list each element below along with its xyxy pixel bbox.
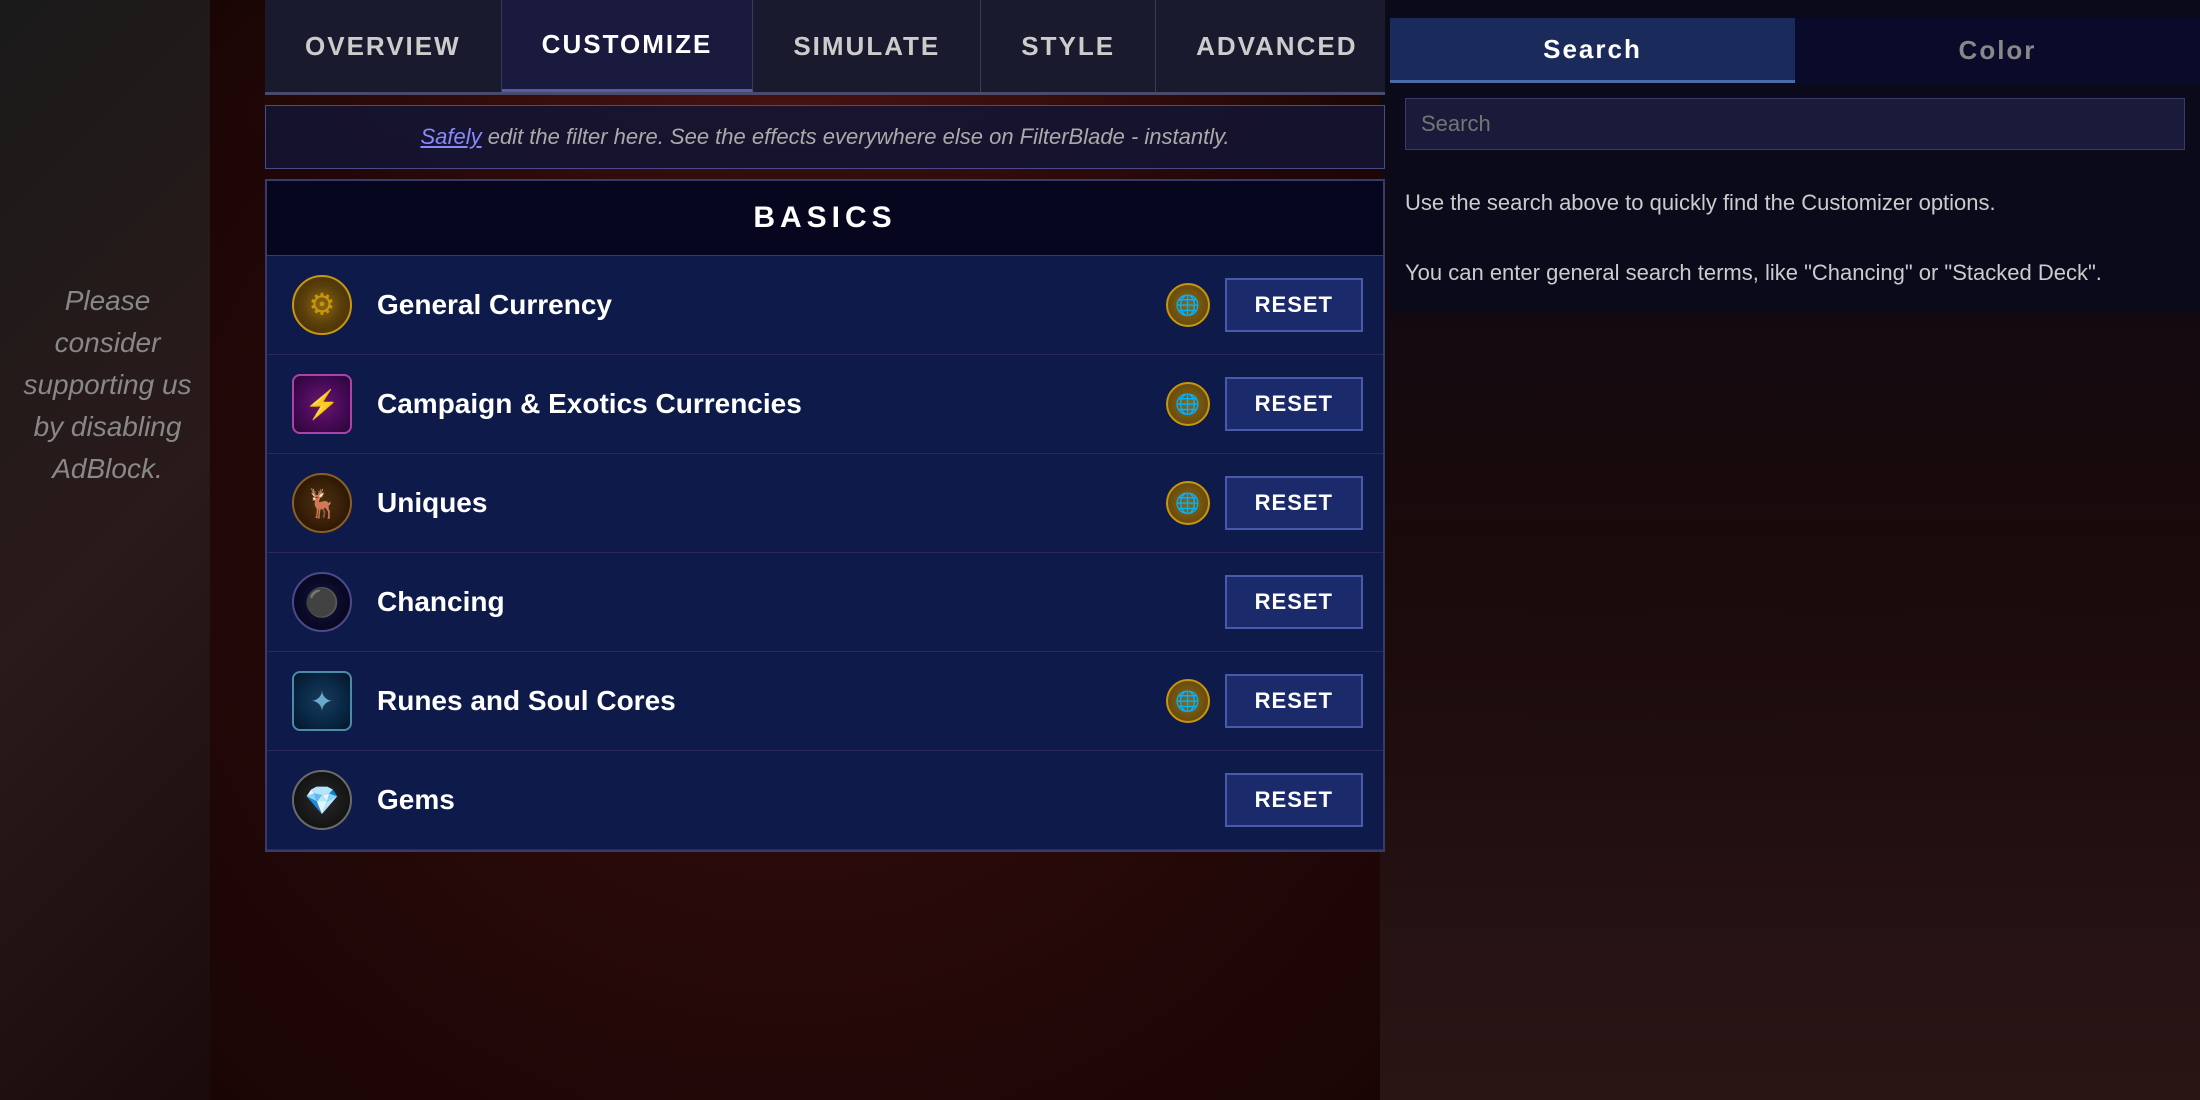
globe-icon-uniques[interactable]: 🌐 bbox=[1166, 481, 1210, 525]
reset-button-general-currency[interactable]: RESET bbox=[1225, 278, 1363, 332]
actions-campaign-exotics: 🌐 RESET bbox=[1166, 377, 1363, 431]
icon-uniques: 🦌 bbox=[287, 468, 357, 538]
label-gems: Gems bbox=[377, 784, 1225, 816]
list-item-runes[interactable]: ✦ Runes and Soul Cores 🌐 RESET bbox=[267, 652, 1383, 751]
reset-button-campaign-exotics[interactable]: RESET bbox=[1225, 377, 1363, 431]
right-panel: Search Color Use the search above to qui… bbox=[1390, 0, 2200, 1100]
right-panel-tabs: Search Color bbox=[1390, 18, 2200, 83]
search-input[interactable] bbox=[1405, 98, 2185, 150]
actions-runes: 🌐 RESET bbox=[1166, 674, 1363, 728]
icon-runes: ✦ bbox=[287, 666, 357, 736]
list-item-chancing[interactable]: ⚫ Chancing RESET bbox=[267, 553, 1383, 652]
currency-icon-shape bbox=[292, 275, 352, 335]
tab-overview[interactable]: OVERVIEW bbox=[265, 0, 502, 92]
search-help-line1: Use the search above to quickly find the… bbox=[1405, 190, 1996, 215]
reset-button-gems[interactable]: RESET bbox=[1225, 773, 1363, 827]
icon-campaign-exotics: ⚡ bbox=[287, 369, 357, 439]
right-top-bar bbox=[1390, 0, 2200, 18]
reset-button-runes[interactable]: RESET bbox=[1225, 674, 1363, 728]
main-content: OVERVIEW CUSTOMIZE SIMULATE STYLE ADVANC… bbox=[265, 0, 1385, 1100]
adblock-message: Please consider supporting us by disabli… bbox=[20, 280, 195, 490]
tab-style[interactable]: STYLE bbox=[981, 0, 1156, 92]
uniques-icon-shape: 🦌 bbox=[292, 473, 352, 533]
search-help-line2: You can enter general search terms, like… bbox=[1405, 260, 2102, 285]
list-item-uniques[interactable]: 🦌 Uniques 🌐 RESET bbox=[267, 454, 1383, 553]
list-item-campaign-exotics[interactable]: ⚡ Campaign & Exotics Currencies 🌐 RESET bbox=[267, 355, 1383, 454]
safely-link[interactable]: Safely bbox=[420, 124, 481, 149]
actions-chancing: RESET bbox=[1225, 575, 1363, 629]
icon-chancing: ⚫ bbox=[287, 567, 357, 637]
label-campaign-exotics: Campaign & Exotics Currencies bbox=[377, 388, 1166, 420]
label-runes: Runes and Soul Cores bbox=[377, 685, 1166, 717]
search-container bbox=[1390, 83, 2200, 165]
nav-tabs: OVERVIEW CUSTOMIZE SIMULATE STYLE ADVANC… bbox=[265, 0, 1385, 95]
list-item-general-currency[interactable]: General Currency 🌐 RESET bbox=[267, 256, 1383, 355]
label-general-currency: General Currency bbox=[377, 289, 1166, 321]
globe-icon-runes[interactable]: 🌐 bbox=[1166, 679, 1210, 723]
icon-gems: 💎 bbox=[287, 765, 357, 835]
globe-icon-general-currency[interactable]: 🌐 bbox=[1166, 283, 1210, 327]
basics-header: BASICS bbox=[267, 181, 1383, 256]
sidebar-bg: Please consider supporting us by disabli… bbox=[0, 0, 210, 1100]
tab-customize[interactable]: CUSTOMIZE bbox=[502, 0, 754, 92]
tab-advanced[interactable]: ADVANCED bbox=[1156, 0, 1398, 92]
list-item-gems[interactable]: 💎 Gems RESET bbox=[267, 751, 1383, 850]
chancing-icon-shape: ⚫ bbox=[292, 572, 352, 632]
reset-button-chancing[interactable]: RESET bbox=[1225, 575, 1363, 629]
label-uniques: Uniques bbox=[377, 487, 1166, 519]
globe-icon-campaign-exotics[interactable]: 🌐 bbox=[1166, 382, 1210, 426]
campaign-icon-shape: ⚡ bbox=[292, 374, 352, 434]
right-tab-search[interactable]: Search bbox=[1390, 18, 1795, 83]
actions-uniques: 🌐 RESET bbox=[1166, 476, 1363, 530]
runes-icon-shape: ✦ bbox=[292, 671, 352, 731]
tab-simulate[interactable]: SIMULATE bbox=[753, 0, 981, 92]
reset-button-uniques[interactable]: RESET bbox=[1225, 476, 1363, 530]
icon-general-currency bbox=[287, 270, 357, 340]
actions-gems: RESET bbox=[1225, 773, 1363, 827]
search-help-text: Use the search above to quickly find the… bbox=[1390, 165, 2200, 311]
basics-section: BASICS General Currency 🌐 RESET ⚡ Campai… bbox=[265, 179, 1385, 852]
actions-general-currency: 🌐 RESET bbox=[1166, 278, 1363, 332]
gems-icon-shape: 💎 bbox=[292, 770, 352, 830]
info-bar: Safely edit the filter here. See the eff… bbox=[265, 105, 1385, 169]
label-chancing: Chancing bbox=[377, 586, 1225, 618]
right-tab-color[interactable]: Color bbox=[1795, 18, 2200, 83]
